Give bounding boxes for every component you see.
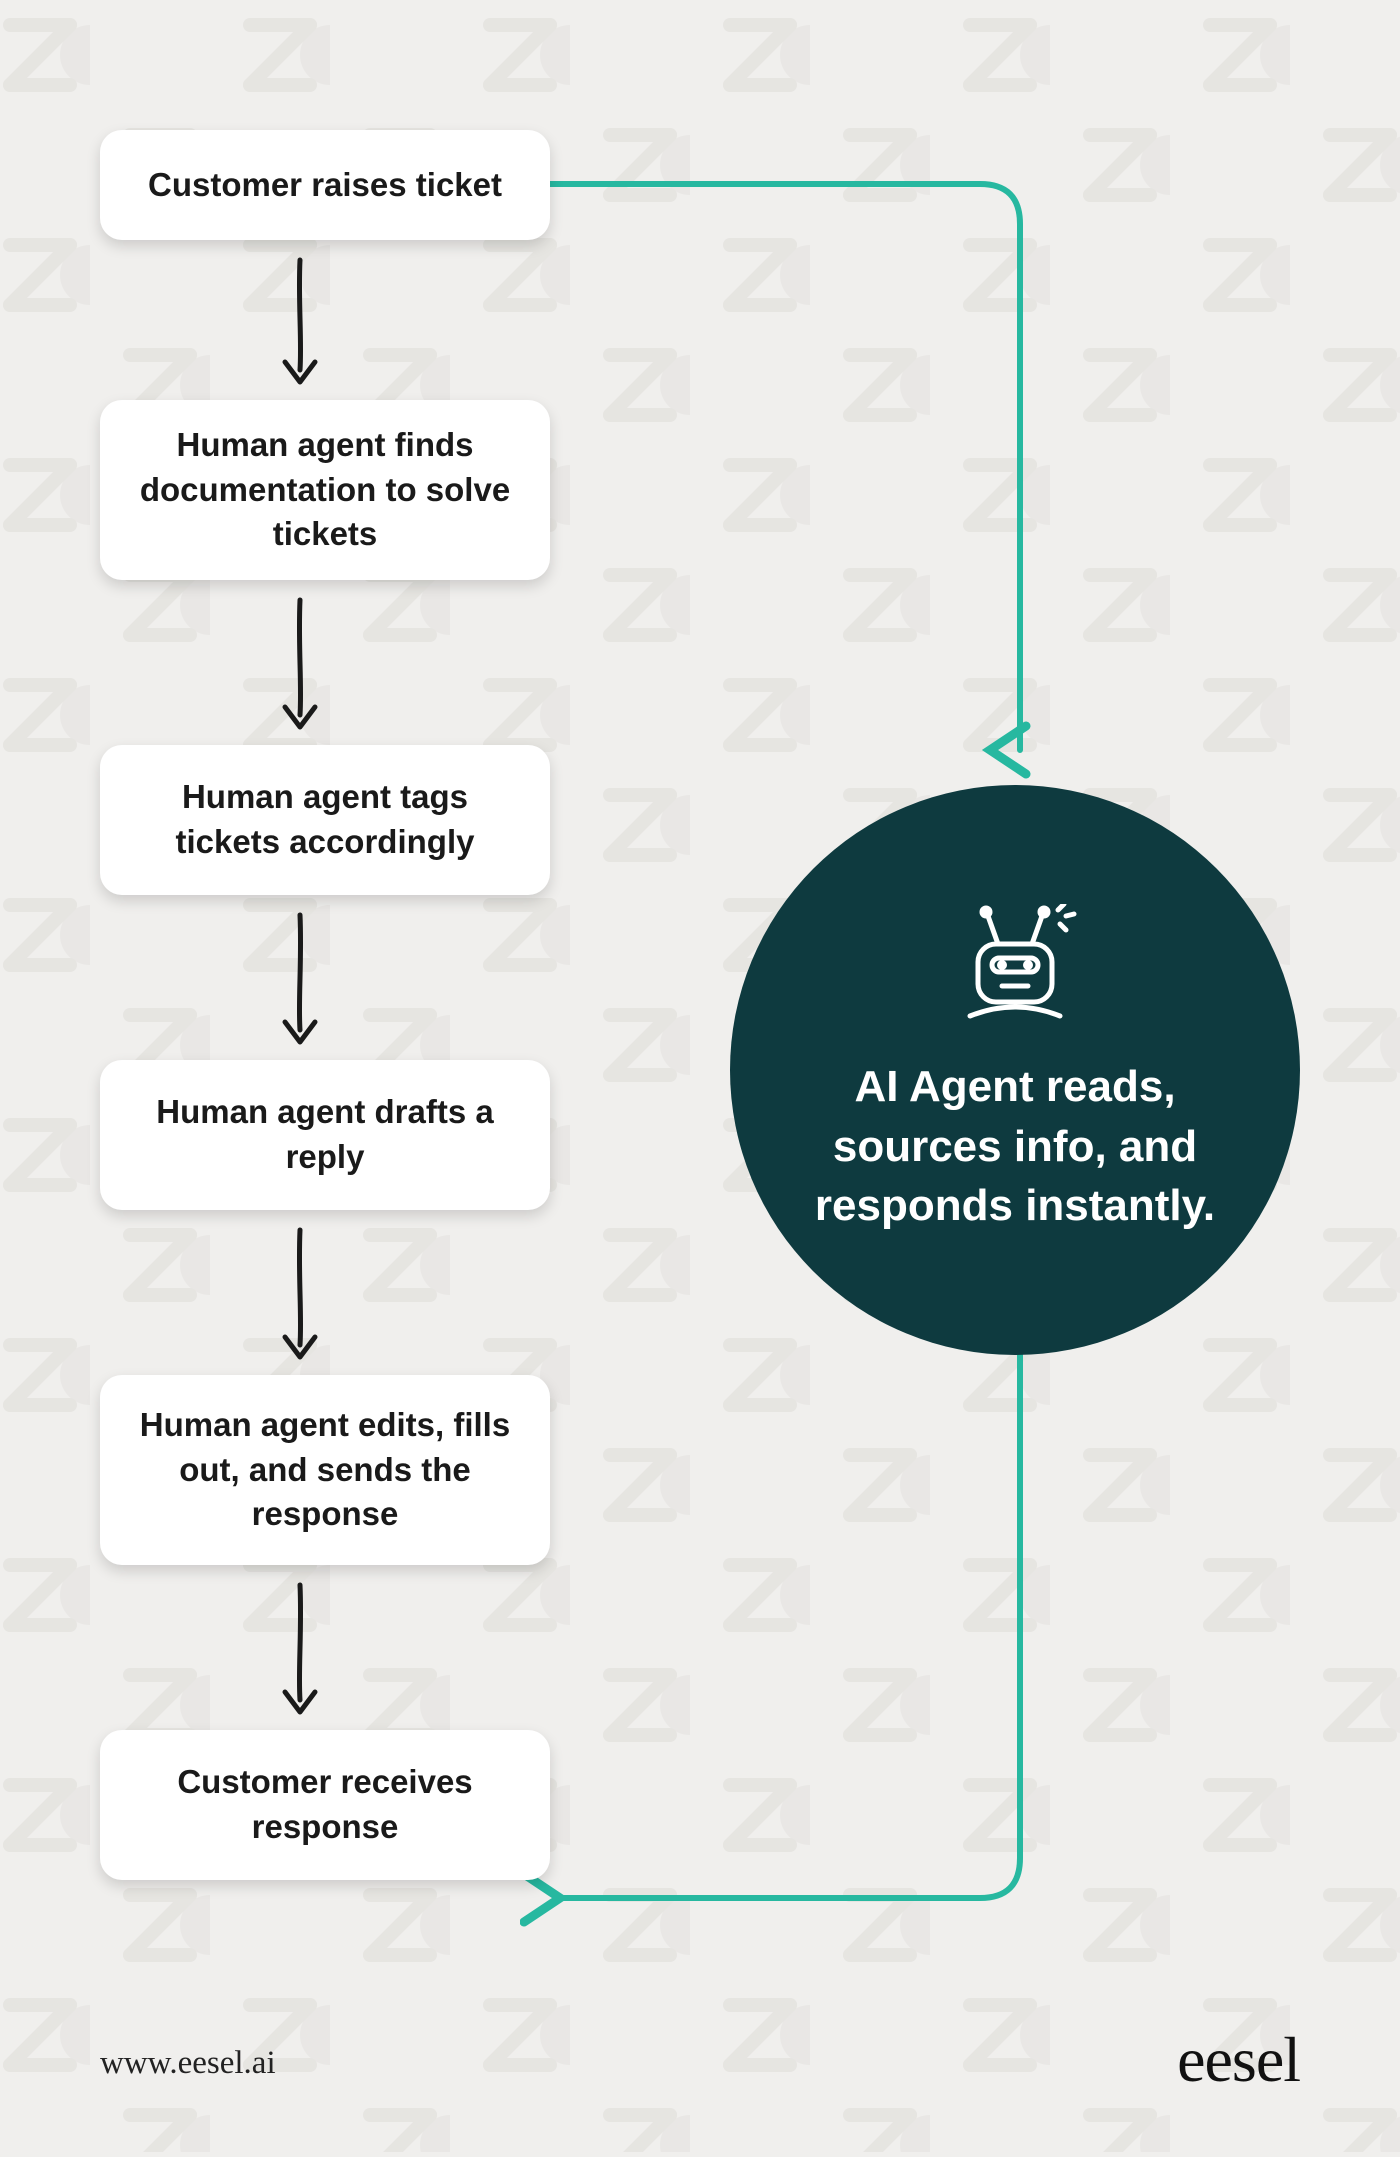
flow-step-3: Human agent tags tickets accordingly	[100, 745, 550, 895]
flow-step-label: Human agent drafts a reply	[134, 1090, 516, 1179]
connector-circle-to-bottom	[520, 1340, 1080, 1960]
flow-step-2: Human agent finds documentation to solve…	[100, 400, 550, 580]
flow-step-label: Human agent tags tickets accordingly	[134, 775, 516, 864]
flow-step-label: Human agent finds documentation to solve…	[134, 423, 516, 557]
flow-step-6: Customer receives response	[100, 1730, 550, 1880]
arrow-2-3	[260, 590, 340, 740]
arrow-1-2	[260, 250, 340, 395]
footer-brand: eesel	[1177, 2023, 1300, 2097]
footer-url: www.eesel.ai	[100, 2045, 276, 2082]
arrow-5-6	[260, 1575, 340, 1725]
flow-step-4: Human agent drafts a reply	[100, 1060, 550, 1210]
ai-agent-text: AI Agent reads, sources info, and respon…	[770, 1057, 1260, 1235]
connector-top-to-circle	[530, 150, 1130, 790]
flow-step-label: Human agent edits, fills out, and sends …	[134, 1403, 516, 1537]
flow-step-1: Customer raises ticket	[100, 130, 550, 240]
flow-step-5: Human agent edits, fills out, and sends …	[100, 1375, 550, 1565]
flow-step-label: Customer receives response	[134, 1760, 516, 1849]
flow-step-label: Customer raises ticket	[148, 163, 502, 208]
arrow-4-5	[260, 1220, 340, 1370]
ai-agent-circle: AI Agent reads, sources info, and respon…	[730, 785, 1300, 1355]
arrow-3-4	[260, 905, 340, 1055]
robot-icon	[950, 904, 1080, 1029]
